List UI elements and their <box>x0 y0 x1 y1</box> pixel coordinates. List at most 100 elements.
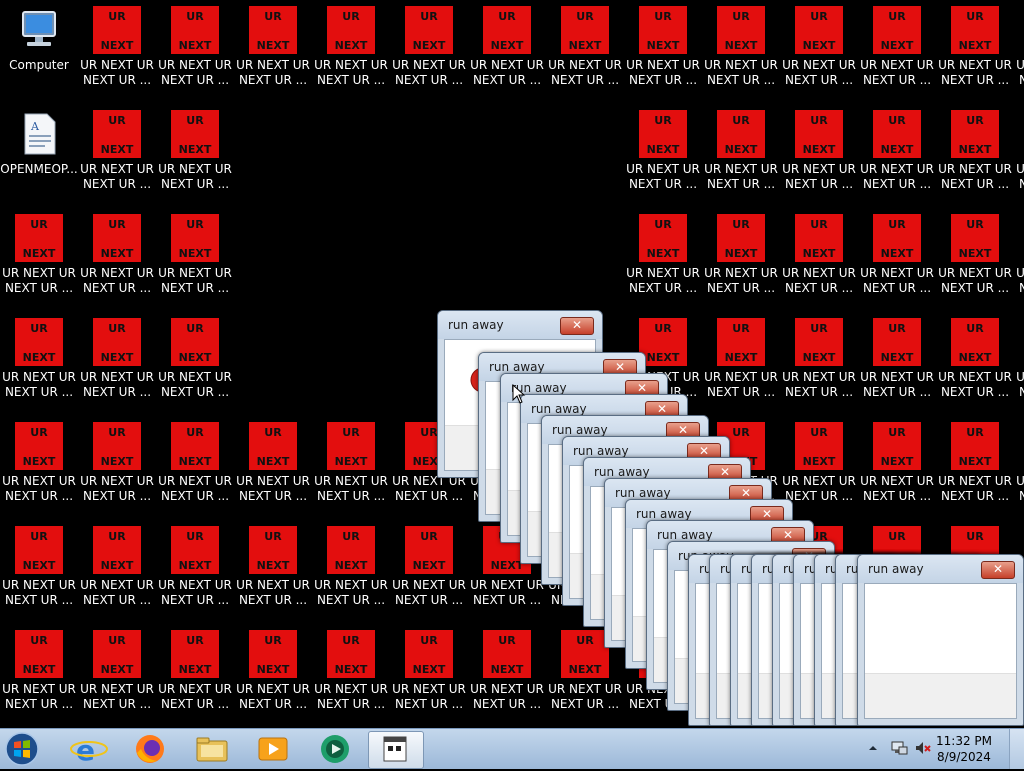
ur-next-desktop-icon[interactable]: URNEXTUR NEXT URNEXT UR ... <box>234 0 312 96</box>
start-button[interactable] <box>2 731 52 767</box>
ur-next-desktop-icon[interactable]: URNEXTUR NEXT URNEXT UR ... <box>1014 0 1024 96</box>
ur-next-desktop-icon[interactable]: URNEXTUR NEXT URNEXT UR ... <box>78 0 156 96</box>
ur-next-desktop-icon[interactable]: URNEXTUR NEXT URNEXT UR ... <box>702 0 780 96</box>
ur-next-desktop-icon[interactable]: URNEXTUR NEXT URNEXT UR ... <box>858 208 936 304</box>
explorer-taskbar-button[interactable] <box>185 731 239 767</box>
ur-next-desktop-icon[interactable]: URNEXTUR NEXT URNEXT UR ... <box>702 312 780 408</box>
ur-next-icon-image: UR NEXT <box>795 6 843 54</box>
ur-next-desktop-icon[interactable]: URNEXTUR NEXT URNEXT UR ... <box>156 104 234 200</box>
ur-next-icon-label: UR NEXT URNEXT UR ... <box>156 578 234 608</box>
ur-next-icon-image: UR NEXT <box>951 214 999 262</box>
ur-next-desktop-icon[interactable]: URNEXTUR NEXT URNEXT UR ... <box>78 624 156 720</box>
ur-next-desktop-icon[interactable]: URNEXTUR NEXT URNEXT UR ... <box>390 0 468 96</box>
ur-next-desktop-icon[interactable]: URNEXTUR NEXT URNEXT UR ... <box>780 312 858 408</box>
ur-next-desktop-icon[interactable]: URNEXTUR NEXT URNEXT UR ... <box>312 520 390 616</box>
ur-next-icon-label: UR NEXT URNEXT UR ... <box>936 474 1014 504</box>
ur-next-desktop-icon[interactable]: URNEXTUR NEXT URNEXT UR ... <box>312 624 390 720</box>
ur-next-desktop-icon[interactable]: URNEXTUR NEXT URNEXT UR ... <box>0 624 78 720</box>
ur-next-desktop-icon[interactable]: URNEXTUR NEXT URNEXT UR ... <box>78 520 156 616</box>
ur-next-desktop-icon[interactable]: URNEXTUR NEXT URNEXT UR ... <box>234 416 312 512</box>
ur-next-icon-image: UR NEXT <box>717 214 765 262</box>
ur-next-desktop-icon[interactable]: URNEXTUR NEXT URNEXT UR ... <box>1014 312 1024 408</box>
ur-next-desktop-icon[interactable]: URNEXTUR NEXT URNEXT UR ... <box>0 520 78 616</box>
explorer-icon <box>196 737 228 762</box>
ur-next-desktop-icon[interactable]: URNEXTUR NEXT URNEXT UR ... <box>234 520 312 616</box>
ur-next-desktop-icon[interactable]: URNEXTUR NEXT URNEXT UR ... <box>858 104 936 200</box>
ur-label-line2: NEXT UR ... <box>784 281 854 295</box>
ur-next-desktop-icon[interactable]: URNEXTUR NEXT URNEXT UR ... <box>1014 416 1024 512</box>
dialog-title: run away <box>657 528 713 542</box>
ur-next-desktop-icon[interactable]: URNEXTUR NEXT URNEXT UR ... <box>780 0 858 96</box>
ur-next-desktop-icon[interactable]: URNEXTUR NEXT URNEXT UR ... <box>780 416 858 512</box>
ur-next-desktop-icon[interactable]: URNEXTUR NEXT URNEXT UR ... <box>468 624 546 720</box>
ur-label-line2: NEXT UR ... <box>160 281 230 295</box>
media-player-taskbar-button[interactable] <box>246 731 300 767</box>
ur-next-desktop-icon[interactable]: URNEXTUR NEXT URNEXT UR ... <box>936 208 1014 304</box>
ur-next-desktop-icon[interactable]: URNEXTUR NEXT URNEXT UR ... <box>468 0 546 96</box>
ur-next-desktop-icon[interactable]: URNEXTUR NEXT URNEXT UR ... <box>78 208 156 304</box>
ur-box-bottom-text: NEXT <box>802 143 836 156</box>
close-button[interactable]: ✕ <box>560 317 594 335</box>
notification-area <box>864 729 934 769</box>
ur-next-desktop-icon[interactable]: URNEXTUR NEXT URNEXT UR ... <box>936 104 1014 200</box>
ur-next-desktop-icon[interactable]: URNEXTUR NEXT URNEXT UR ... <box>0 416 78 512</box>
openmeop-desktop-icon[interactable]: A OPENMEOP... <box>0 104 78 200</box>
ur-box-top-text: UR <box>342 426 360 439</box>
ur-next-desktop-icon[interactable]: URNEXTUR NEXT URNEXT UR ... <box>936 416 1014 512</box>
system-clock[interactable]: 11:32 PM 8/9/2024 <box>929 733 999 765</box>
ur-next-desktop-icon[interactable]: URNEXTUR NEXT URNEXT UR ... <box>0 208 78 304</box>
ur-next-desktop-icon[interactable]: URNEXTUR NEXT URNEXT UR ... <box>780 104 858 200</box>
up-arrow-icon[interactable] <box>868 743 878 753</box>
ur-next-desktop-icon[interactable]: URNEXTUR NEXT URNEXT UR ... <box>78 312 156 408</box>
ur-next-desktop-icon[interactable]: URNEXTUR NEXT URNEXT UR ... <box>858 0 936 96</box>
ur-label-line1: UR NEXT UR <box>704 370 778 384</box>
computer-desktop-icon[interactable]: Computer <box>0 0 78 96</box>
ur-box-top-text: UR <box>810 218 828 231</box>
internet-explorer-taskbar-button[interactable]: e <box>62 731 116 767</box>
ur-next-desktop-icon[interactable]: URNEXTUR NEXT URNEXT UR ... <box>858 416 936 512</box>
media-center-taskbar-button[interactable] <box>308 731 362 767</box>
ur-next-desktop-icon[interactable]: URNEXTUR NEXT URNEXT UR ... <box>546 0 624 96</box>
ur-next-desktop-icon[interactable]: URNEXTUR NEXT URNEXT UR ... <box>936 312 1014 408</box>
ur-next-desktop-icon[interactable]: URNEXTUR NEXT URNEXT UR ... <box>78 416 156 512</box>
ur-label-line2: NEXT UR ... <box>82 177 152 191</box>
ur-label-line1: UR NEXT UR <box>314 474 388 488</box>
ur-next-desktop-icon[interactable]: URNEXTUR NEXT URNEXT UR ... <box>1014 208 1024 304</box>
ur-next-desktop-icon[interactable]: URNEXTUR NEXT URNEXT UR ... <box>390 520 468 616</box>
ur-next-desktop-icon[interactable]: URNEXTUR NEXT URNEXT UR ... <box>156 312 234 408</box>
ur-next-icon-image: UR NEXT <box>327 422 375 470</box>
ur-next-desktop-icon[interactable]: URNEXTUR NEXT URNEXT UR ... <box>156 208 234 304</box>
show-desktop-button[interactable] <box>1009 729 1024 769</box>
close-button[interactable]: ✕ <box>981 561 1015 579</box>
ur-next-desktop-icon[interactable]: URNEXTUR NEXT URNEXT UR ... <box>0 312 78 408</box>
ur-next-desktop-icon[interactable]: URNEXTUR NEXT URNEXT UR ... <box>1014 104 1024 200</box>
ur-next-desktop-icon[interactable]: URNEXTUR NEXT URNEXT UR ... <box>390 624 468 720</box>
ur-next-desktop-icon[interactable]: URNEXTUR NEXT URNEXT UR ... <box>936 0 1014 96</box>
ur-next-desktop-icon[interactable]: URNEXTUR NEXT URNEXT UR ... <box>156 0 234 96</box>
ur-label-line1: UR NEXT UR <box>470 578 544 592</box>
ur-next-desktop-icon[interactable]: URNEXTUR NEXT URNEXT UR ... <box>624 104 702 200</box>
ur-next-desktop-icon[interactable]: URNEXTUR NEXT URNEXT UR ... <box>780 208 858 304</box>
ur-next-desktop-icon[interactable]: URNEXTUR NEXT URNEXT UR ... <box>702 208 780 304</box>
ur-next-desktop-icon[interactable]: URNEXTUR NEXT URNEXT UR ... <box>858 312 936 408</box>
firefox-taskbar-button[interactable] <box>123 731 177 767</box>
ur-next-desktop-icon[interactable]: URNEXTUR NEXT URNEXT UR ... <box>156 416 234 512</box>
ur-next-desktop-icon[interactable]: URNEXTUR NEXT URNEXT UR ... <box>312 0 390 96</box>
ur-next-desktop-icon[interactable]: URNEXTUR NEXT URNEXT UR ... <box>624 208 702 304</box>
ur-next-desktop-icon[interactable]: URNEXTUR NEXT URNEXT UR ... <box>78 104 156 200</box>
ur-box-bottom-text: NEXT <box>880 247 914 260</box>
ur-next-desktop-icon[interactable]: URNEXTUR NEXT URNEXT UR ... <box>624 0 702 96</box>
ur-next-desktop-icon[interactable]: URNEXTUR NEXT URNEXT UR ... <box>156 520 234 616</box>
ur-next-desktop-icon[interactable]: URNEXTUR NEXT URNEXT UR ... <box>234 624 312 720</box>
ur-next-desktop-icon[interactable]: URNEXTUR NEXT URNEXT UR ... <box>312 416 390 512</box>
ur-box-bottom-text: NEXT <box>334 663 368 676</box>
run-away-dialog[interactable]: run away ✕ <box>857 554 1024 726</box>
ur-next-icon-label: UR NEXT URNEXT UR ... <box>78 578 156 608</box>
ur-next-desktop-icon[interactable]: URNEXTUR NEXT URNEXT UR ... <box>156 624 234 720</box>
ur-box-top-text: UR <box>108 114 126 127</box>
network-icon[interactable] <box>890 739 908 757</box>
run-away-app-taskbar-button[interactable] <box>368 731 424 769</box>
ur-next-desktop-icon[interactable]: URNEXTUR NEXT URNEXT UR ... <box>702 104 780 200</box>
dialog-title-bar[interactable]: run away ✕ <box>438 311 602 339</box>
dialog-title-bar[interactable]: run away ✕ <box>858 555 1023 583</box>
